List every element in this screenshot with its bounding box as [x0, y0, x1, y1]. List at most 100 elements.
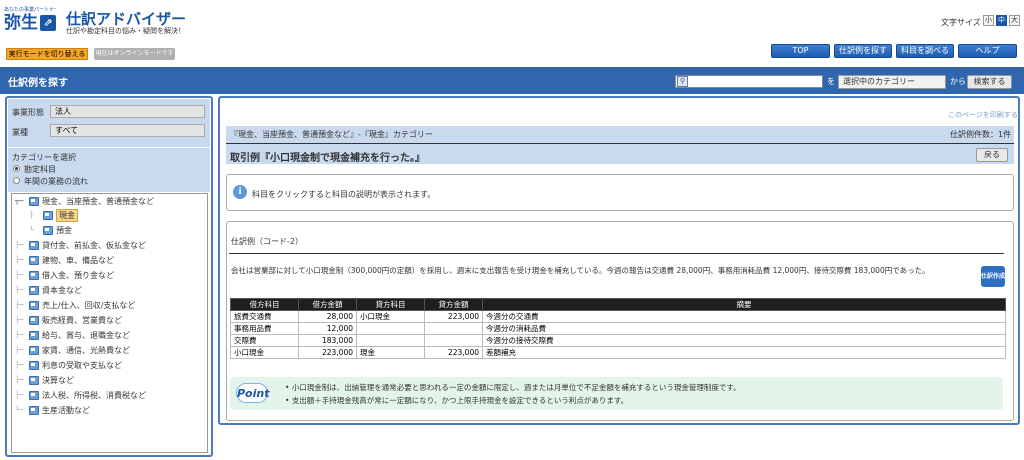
debit-amount: 12,000 — [298, 322, 357, 335]
search-kara-label: から — [950, 77, 966, 86]
nav-help-button[interactable]: ヘルプ — [958, 44, 1017, 58]
tree-item[interactable]: └─ 生産活動など — [15, 403, 90, 417]
search-button[interactable]: 検索する — [967, 75, 1012, 89]
debit-amount: 28,000 — [298, 310, 357, 323]
search-input[interactable] — [690, 76, 820, 87]
nav-top-button[interactable]: TOP — [771, 44, 830, 58]
font-size-small-button[interactable]: 小 — [983, 15, 994, 26]
category-path: 『現金、当座預金、普通預金など』-『現金』カテゴリー — [230, 130, 433, 139]
tree-item[interactable]: ├─ 決算など — [15, 373, 74, 387]
tree-item[interactable]: ├─ 貸付金、前払金、仮払金など — [15, 238, 146, 252]
col-debit-amount: 借方金額 — [298, 298, 357, 311]
font-size-large-button[interactable]: 大 — [1009, 15, 1020, 26]
tree-item[interactable]: ├─ 借入金、預り金など — [15, 268, 114, 282]
folder-icon — [29, 270, 39, 280]
memo: 今週分の消耗品費 — [482, 322, 1006, 335]
journal-table: 借方科目 借方金額 貸方科目 貸方金額 摘要 旅費交通費 28,000 小口現金… — [230, 298, 1006, 359]
tree-item[interactable]: ┳━ 現金、当座預金、普通預金など — [15, 194, 154, 208]
tree-item[interactable]: ├─ 法人税、所得税、消費税など — [15, 388, 146, 402]
folder-icon — [29, 196, 39, 206]
app-subtitle: 仕訳や勘定科目の悩み・疑問を解決！ — [66, 27, 185, 35]
tree-item[interactable]: ├─ 売上/仕入、回収/支払など — [15, 298, 135, 312]
search-wo-label: を — [827, 77, 835, 86]
tree-item[interactable]: ├─ 家賃、通信、光熱費など — [15, 343, 130, 357]
radio-account-label: 勘定科目 — [24, 165, 56, 174]
logo-name: 弥生 — [4, 13, 38, 33]
memo: 今週分の交通費 — [482, 310, 1006, 323]
example-description: 会社は営業部に対して小口現金制（300,000円の定額）を採用し、週末に支出報告… — [231, 266, 930, 275]
credit-amount — [424, 322, 483, 335]
col-debit-account: 借方科目 — [230, 298, 299, 311]
radio-account[interactable] — [13, 165, 20, 172]
radio-yearly-flow-label: 年間の業務の流れ — [24, 177, 88, 186]
table-row: 交際費 183,000 今週分の接待交際費 — [230, 334, 1006, 347]
tree-item-selected[interactable]: ├ 現金 — [29, 208, 78, 222]
folder-icon — [29, 315, 39, 325]
folder-icon — [29, 405, 39, 415]
create-entry-icon[interactable]: 仕訳作成 — [981, 266, 1005, 287]
folder-icon — [29, 255, 39, 265]
print-page-link[interactable]: このページを印刷する。 — [948, 110, 1024, 120]
search-bar-title: 仕訳例を探す — [8, 78, 68, 89]
font-size-medium-button[interactable]: 中 — [996, 15, 1007, 26]
back-button[interactable]: 戻る — [976, 148, 1008, 162]
point-note: • 小口現金制は、出納管理を通常必要と思われる一定の金額に限定し、週または月単位… — [285, 383, 741, 392]
folder-icon — [29, 240, 39, 250]
table-header-row: 借方科目 借方金額 貸方科目 貸方金額 摘要 — [230, 298, 1006, 311]
header-divider — [226, 143, 1014, 144]
info-text: 科目をクリックすると科目の説明が表示されます。 — [252, 190, 436, 199]
debit-account[interactable]: 小口現金 — [230, 346, 299, 359]
credit-account — [356, 322, 425, 335]
col-credit-amount: 貸方金額 — [424, 298, 483, 311]
memo: 差額補充 — [482, 346, 1006, 359]
industry-label: 業種 — [12, 128, 28, 137]
example-code: 仕訳例（コード-2） — [231, 237, 303, 246]
credit-amount: 223,000 — [424, 310, 483, 323]
switch-mode-button[interactable]: 実行モードを切り替える — [6, 48, 88, 60]
table-row: 小口現金 223,000 現金 223,000 差額補充 — [230, 346, 1006, 359]
example-title: 取引例『小口現金制で現金補充を行った。』 — [230, 153, 425, 164]
example-count: 仕訳例件数：1件 — [950, 130, 1012, 139]
industry-select[interactable]: すべて — [50, 124, 205, 137]
tree-item[interactable]: ├─ 給与、賞与、退職金など — [15, 328, 130, 342]
info-icon: i — [233, 185, 247, 199]
search-icon: ⚲ — [677, 76, 688, 87]
logo-arrow-icon: ⇗ — [40, 15, 56, 31]
category-select-label: カテゴリーを選択 — [12, 153, 76, 162]
tree-item[interactable]: ├─ 資本金など — [15, 283, 82, 297]
logo-tagline: あなたの事業パートナー 弥生 — [4, 7, 56, 13]
point-icon: Point — [236, 383, 269, 403]
table-row: 事務用品費 12,000 今週分の消耗品費 — [230, 322, 1006, 335]
point-note: • 支出額＋手持現金残高が常に一定額になり、かつ上限手持現金を設定できるという利… — [285, 396, 629, 405]
folder-icon — [43, 225, 53, 235]
business-type-select[interactable]: 法人 — [50, 105, 205, 118]
tree-item[interactable]: ├─ 販売経費、営業費など — [15, 313, 122, 327]
folder-icon — [29, 360, 39, 370]
credit-account[interactable]: 現金 — [356, 346, 425, 359]
folder-icon — [29, 330, 39, 340]
folder-icon — [29, 375, 39, 385]
memo: 今週分の接待交際費 — [482, 334, 1006, 347]
folder-icon — [29, 300, 39, 310]
tree-item[interactable]: └ 預金 — [29, 223, 72, 237]
table-row: 旅費交通費 28,000 小口現金 223,000 今週分の交通費 — [230, 310, 1006, 323]
nav-find-examples-button[interactable]: 仕訳例を探す — [834, 44, 892, 58]
debit-account[interactable]: 事務用品費 — [230, 322, 299, 335]
tree-item[interactable]: ├─ 利息の受取や支払など — [15, 358, 122, 372]
category-select[interactable]: 選択中のカテゴリー — [838, 75, 946, 89]
tree-item[interactable]: ├─ 建物、車、備品など — [15, 253, 114, 267]
folder-icon — [29, 285, 39, 295]
radio-yearly-flow[interactable] — [13, 177, 20, 184]
yayoi-logo[interactable]: あなたの事業パートナー 弥生 弥生⇗ — [4, 6, 56, 34]
debit-account[interactable]: 交際費 — [230, 334, 299, 347]
credit-amount: 223,000 — [424, 346, 483, 359]
nav-lookup-accounts-button[interactable]: 科目を調べる — [896, 44, 954, 58]
credit-amount — [424, 334, 483, 347]
credit-account[interactable]: 小口現金 — [356, 310, 425, 323]
online-mode-badge: 現在はオンラインモードです — [94, 48, 175, 60]
debit-amount: 183,000 — [298, 334, 357, 347]
business-type-label: 事業形態 — [12, 108, 44, 117]
debit-account[interactable]: 旅費交通費 — [230, 310, 299, 323]
folder-icon — [29, 390, 39, 400]
col-memo: 摘要 — [482, 298, 1006, 311]
